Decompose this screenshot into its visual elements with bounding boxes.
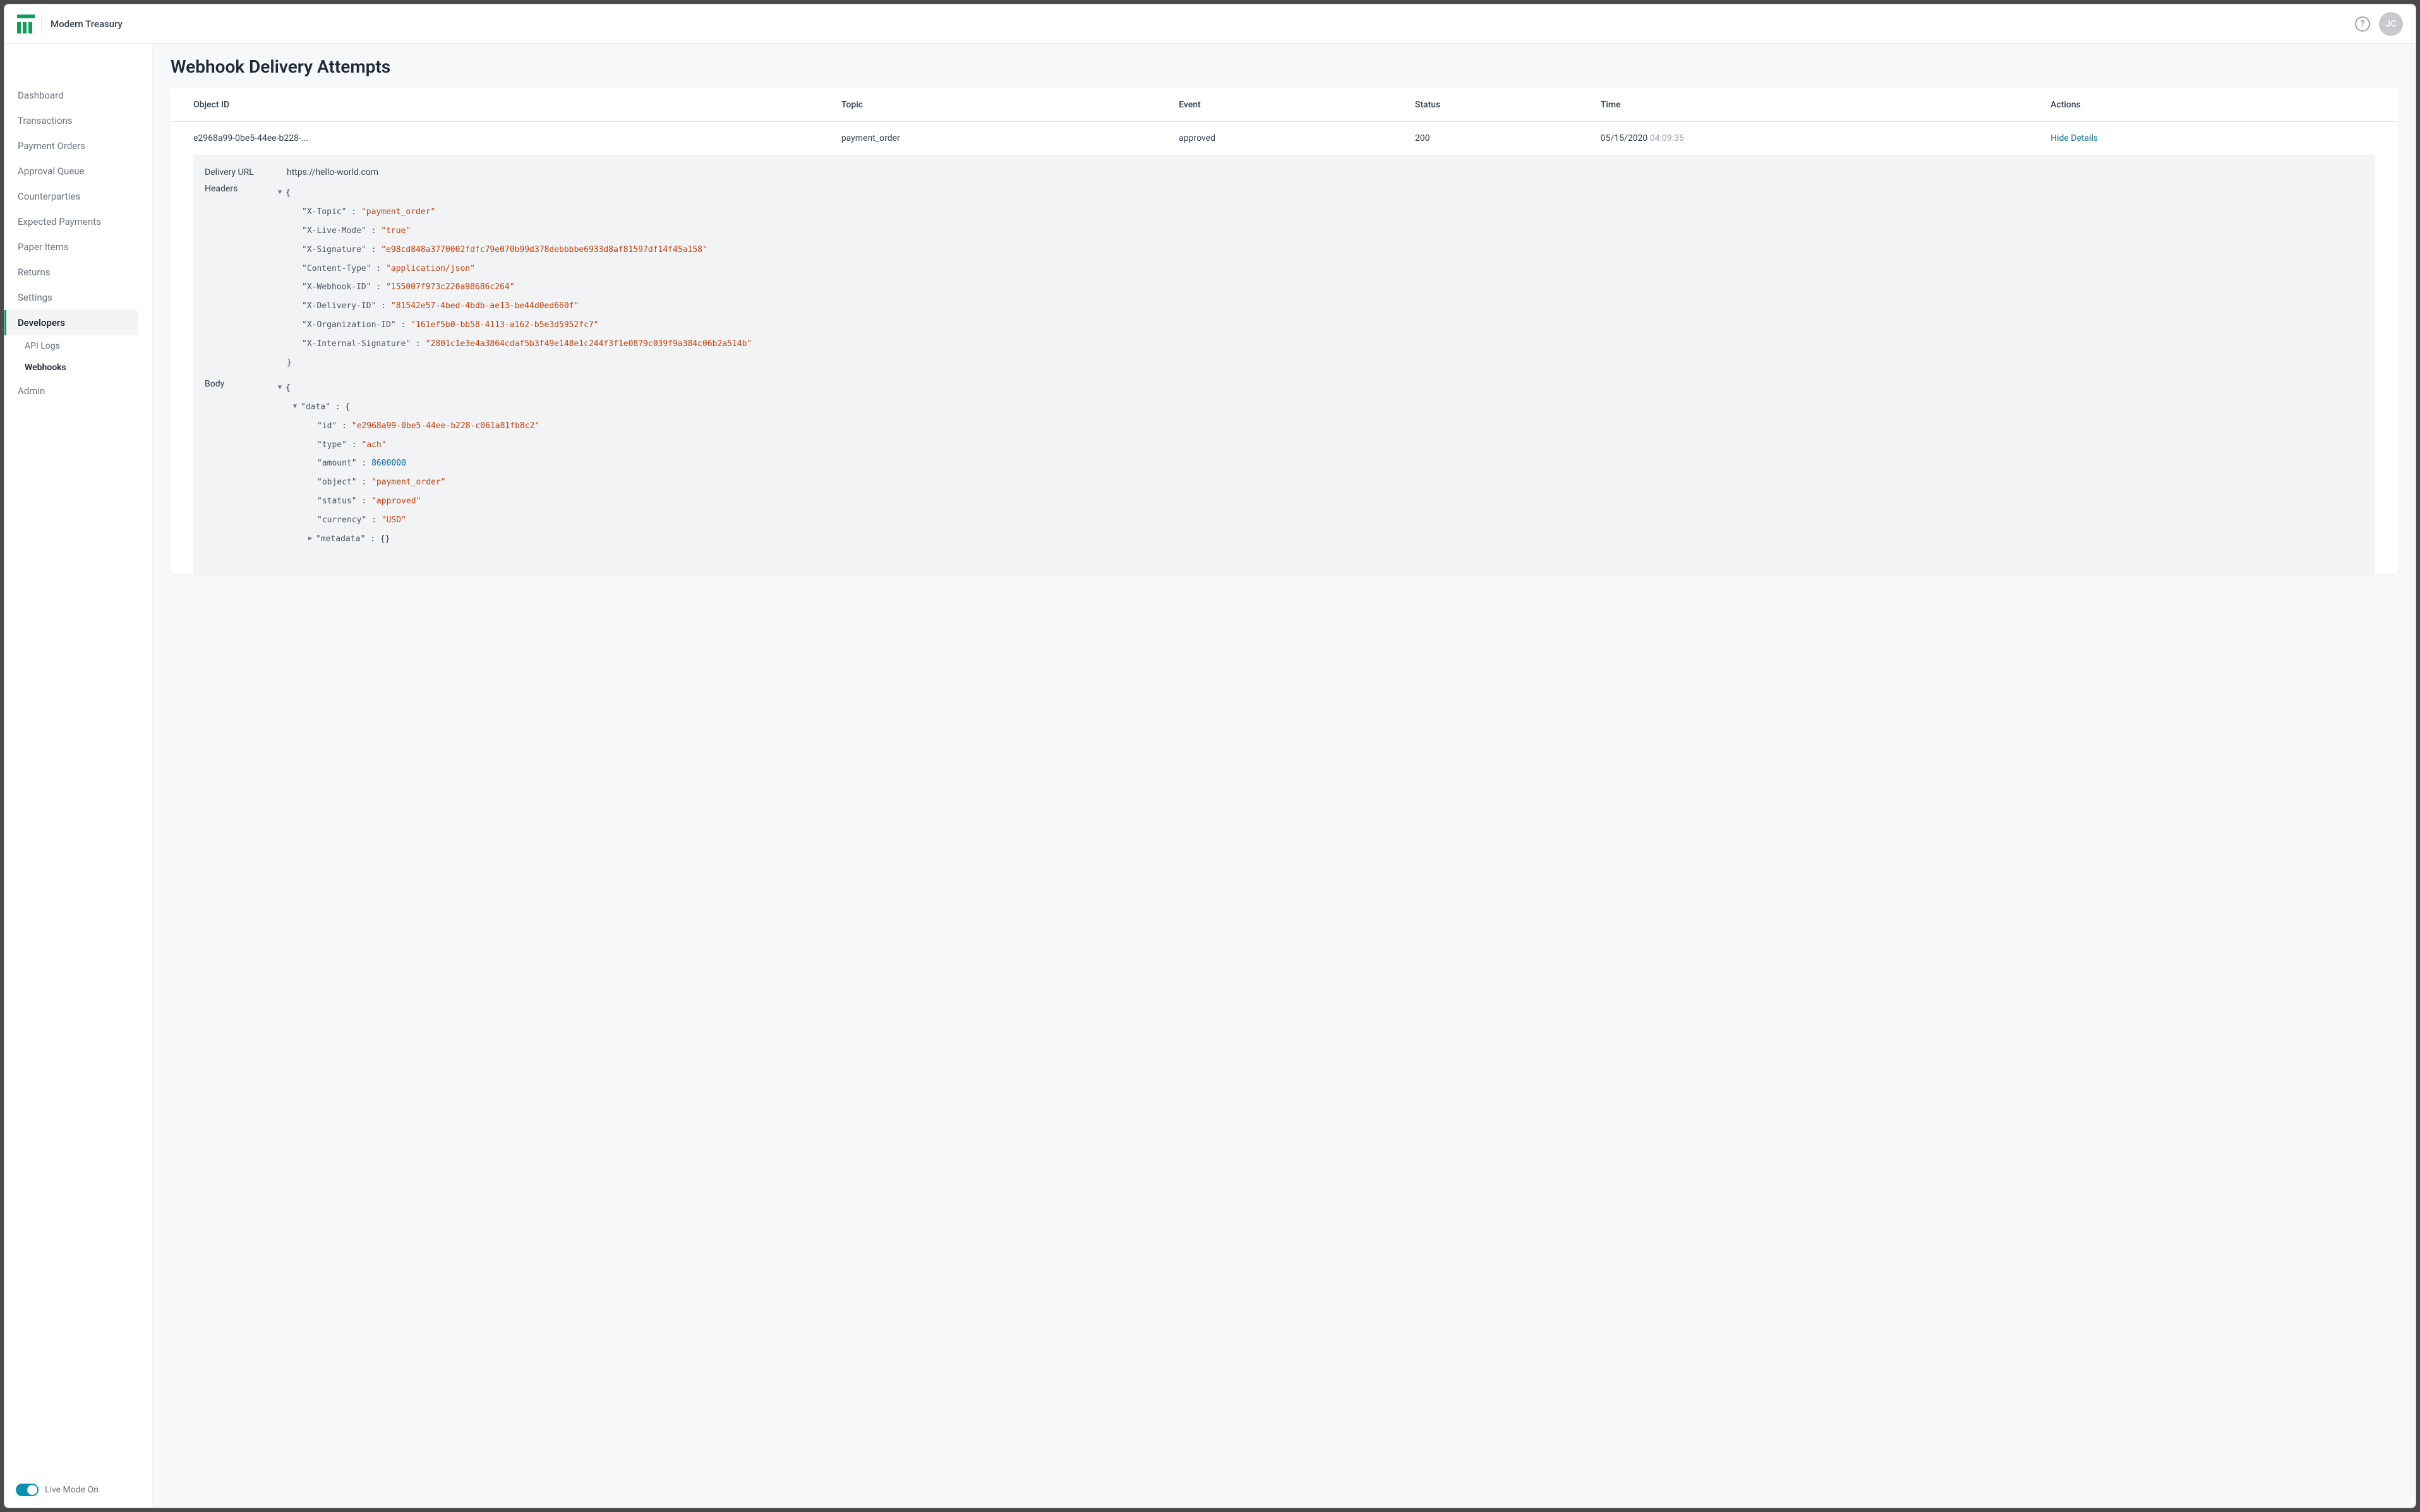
webhook-attempts-panel: Object ID Topic Event Status Time Action…	[171, 88, 2398, 574]
caret-down-icon[interactable]: ▼	[293, 399, 301, 414]
sidebar-item-payment-orders[interactable]: Payment Orders	[4, 133, 152, 159]
delivery-url-label: Delivery URL	[205, 167, 287, 177]
hide-details-link[interactable]: Hide Details	[2050, 133, 2098, 143]
col-topic: Topic	[834, 88, 1171, 122]
col-status: Status	[1407, 88, 1593, 122]
sidebar-item-settings[interactable]: Settings	[4, 285, 152, 310]
col-time: Time	[1593, 88, 2043, 122]
cell-event: approved	[1171, 122, 1407, 155]
sidebar-subitem-api-logs[interactable]: API Logs	[4, 335, 152, 357]
col-object-id: Object ID	[171, 88, 834, 122]
cell-time-date: 05/15/2020	[1601, 133, 1648, 143]
live-mode-toggle[interactable]	[16, 1484, 39, 1496]
sidebar-item-paper-items[interactable]: Paper Items	[4, 234, 152, 260]
sidebar-item-counterparties[interactable]: Counterparties	[4, 184, 152, 209]
cell-object-id: e2968a99-0be5-44ee-b228-...	[171, 122, 834, 155]
logo-icon	[17, 15, 42, 33]
page-title: Webhook Delivery Attempts	[171, 56, 2398, 77]
cell-time-clock: 04:09:35	[1650, 133, 1684, 143]
body-label: Body	[205, 379, 287, 389]
sidebar-item-developers[interactable]: Developers	[4, 310, 138, 335]
webhook-table: Object ID Topic Event Status Time Action…	[171, 88, 2398, 155]
col-event: Event	[1171, 88, 1407, 122]
sidebar-item-admin[interactable]: Admin	[4, 378, 152, 404]
headers-label: Headers	[205, 184, 287, 194]
headers-json: ▼{"X-Topic" : "payment_order""X-Live-Mod…	[287, 184, 2364, 373]
delivery-url-value: https://hello-world.com	[287, 167, 2364, 177]
topbar: Modern Treasury ? JC	[4, 4, 2416, 44]
sidebar-subitem-webhooks[interactable]: Webhooks	[4, 357, 152, 378]
caret-down-icon[interactable]: ▼	[278, 380, 286, 395]
cell-status: 200	[1407, 122, 1593, 155]
live-mode-label: Live Mode On	[45, 1485, 99, 1495]
cell-time: 05/15/2020 04:09:35	[1593, 122, 2043, 155]
sidebar-item-returns[interactable]: Returns	[4, 260, 152, 285]
sidebar-item-dashboard[interactable]: Dashboard	[4, 83, 152, 108]
sidebar-item-transactions[interactable]: Transactions	[4, 108, 152, 133]
main-content: Webhook Delivery Attempts Object ID Topi…	[153, 44, 2416, 1508]
caret-right-icon[interactable]: ▶	[308, 531, 316, 546]
sidebar: Dashboard Transactions Payment Orders Ap…	[4, 44, 153, 1508]
brand-name: Modern Treasury	[51, 18, 123, 30]
caret-down-icon[interactable]: ▼	[278, 185, 286, 200]
help-icon[interactable]: ?	[2355, 16, 2370, 32]
sidebar-item-approval-queue[interactable]: Approval Queue	[4, 159, 152, 184]
table-row: e2968a99-0be5-44ee-b228-... payment_orde…	[171, 122, 2398, 155]
col-actions: Actions	[2043, 88, 2398, 122]
body-json: ▼{▼"data" : {"id" : "e2968a99-0be5-44ee-…	[287, 379, 2364, 549]
cell-topic: payment_order	[834, 122, 1171, 155]
webhook-details: Delivery URL https://hello-world.com Hea…	[193, 155, 2375, 574]
avatar[interactable]: JC	[2379, 12, 2403, 36]
sidebar-item-expected-payments[interactable]: Expected Payments	[4, 209, 152, 234]
